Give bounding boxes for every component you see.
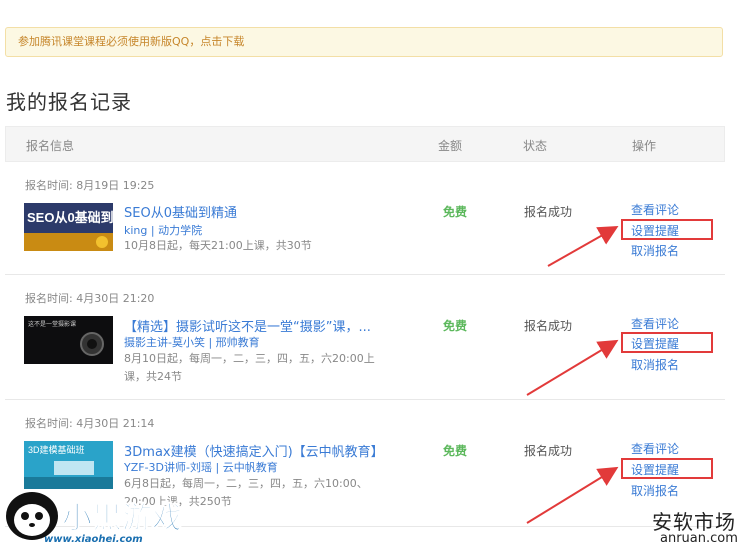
logo-text: 小黑游戏: [62, 501, 182, 536]
annotation-arrows: [526, 226, 619, 524]
red-arrow: [547, 226, 619, 267]
red-arrow: [526, 466, 619, 524]
logo-site: www.xiaohei.com: [44, 534, 143, 545]
watermark-en: anruan.com: [660, 531, 738, 546]
red-arrow: [526, 339, 619, 396]
